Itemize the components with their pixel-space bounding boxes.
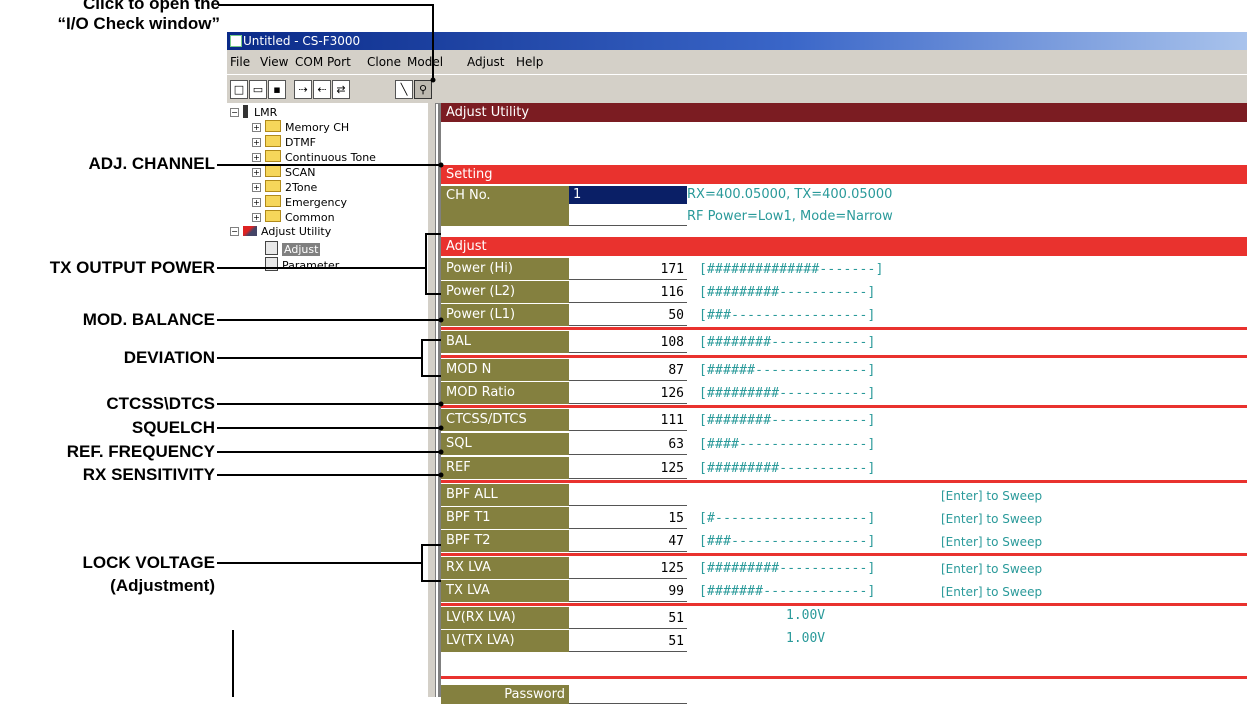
callout-lines: [217, 4, 444, 697]
